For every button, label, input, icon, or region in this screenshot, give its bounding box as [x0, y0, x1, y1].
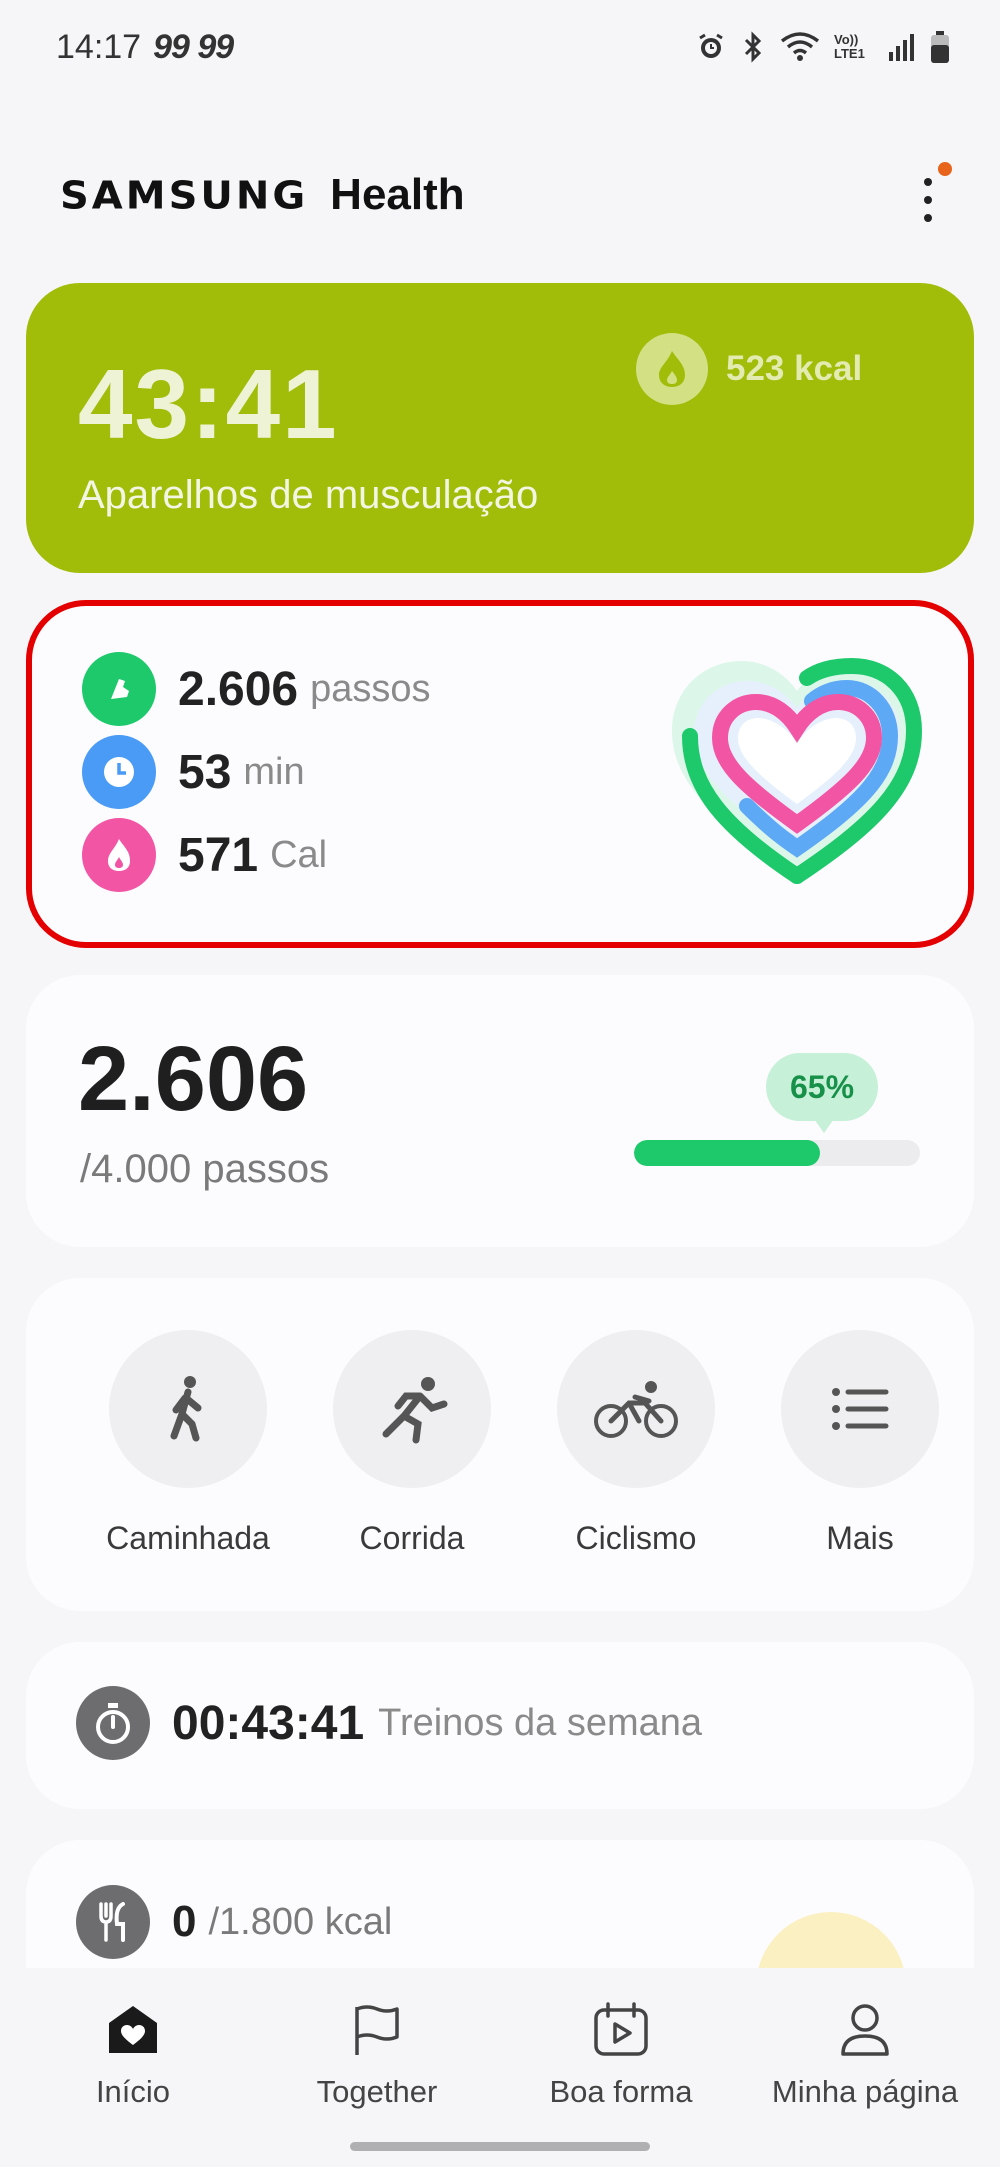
status-extra: 99 99 [153, 28, 234, 66]
activity-label: Ciclismo [575, 1520, 697, 1556]
nav-my-page[interactable]: Minha página [740, 1998, 990, 2110]
activity-label: Mais [826, 1520, 894, 1556]
activity-heart-graphic [672, 657, 923, 884]
calories-unit: Cal [270, 833, 328, 876]
list-icon [781, 1330, 939, 1488]
workout-kcal-badge: 523 kcal [636, 333, 862, 405]
steps-unit: passos [310, 667, 431, 710]
nav-together[interactable]: Together [252, 1998, 502, 2110]
daily-activity-card[interactable]: 2.606 passos 53 min 571 Cal [26, 600, 974, 948]
alarm-icon [699, 33, 723, 58]
notification-dot [938, 162, 952, 176]
fork-knife-icon [76, 1885, 150, 1959]
workout-name: Aparelhos de musculação [78, 473, 539, 517]
running-icon [333, 1330, 491, 1488]
food-target: /1.800 kcal [208, 1900, 393, 1943]
weekly-workouts-label: Treinos da semana [378, 1701, 703, 1744]
steps-percent-badge: 65% [766, 1053, 878, 1133]
calendar-play-icon [496, 1998, 746, 2062]
product-name: Health [330, 170, 465, 219]
workout-duration: 43:41 [78, 349, 339, 459]
quick-workouts-card: Caminhada Corrida Ciclismo Mais [26, 1278, 974, 1611]
last-workout-card[interactable]: 43:41 Aparelhos de musculação 523 kcal [26, 283, 974, 573]
shoe-icon [82, 652, 156, 726]
activity-cycling[interactable]: Ciclismo [524, 1330, 748, 1557]
steps-value: 2.606 [178, 662, 299, 716]
clock-time: 14:17 [56, 28, 142, 66]
activity-label: Corrida [359, 1520, 465, 1556]
calories-value: 571 [178, 828, 259, 882]
clock-icon [82, 735, 156, 809]
flame-icon [82, 818, 156, 892]
status-icons: Vo)) LTE1 [696, 30, 950, 64]
food-row: 0 /1.800 kcal [76, 1885, 392, 1959]
flame-icon [636, 333, 708, 405]
weekly-workouts-row: 00:43:41 Treinos da semana [76, 1686, 702, 1760]
active-time-metric: 53 min [82, 735, 305, 809]
workout-kcal: 523 kcal [726, 349, 863, 388]
nav-label: Minha página [771, 2074, 959, 2109]
nav-label: Boa forma [549, 2074, 693, 2109]
wifi-icon [780, 32, 820, 61]
bottom-navigation: Início Together Boa forma Minha página [0, 1968, 1000, 2167]
flag-icon [252, 1998, 502, 2062]
activity-label: Caminhada [106, 1520, 270, 1556]
battery-icon [931, 31, 949, 63]
weekly-workouts-value: 00:43:41 [172, 1696, 365, 1750]
weekly-workouts-card[interactable]: 00:43:41 Treinos da semana [26, 1642, 974, 1809]
steps-target: /4.000 passos [80, 1147, 330, 1191]
status-bar: 14:17 99 99 Vo)) LTE1 [0, 0, 1000, 96]
gesture-handle[interactable] [350, 2142, 650, 2151]
person-icon [740, 1998, 990, 2062]
activity-more[interactable]: Mais [748, 1330, 972, 1557]
active-time-unit: min [243, 750, 305, 793]
active-time-value: 53 [178, 745, 232, 799]
status-time: 14:17 99 99 [56, 28, 234, 67]
activity-running[interactable]: Corrida [300, 1330, 524, 1557]
app-title: SAMSUNG Health [60, 170, 465, 220]
nav-fitness[interactable]: Boa forma [496, 1998, 746, 2110]
bluetooth-icon [744, 31, 762, 63]
app-header: SAMSUNG Health [60, 160, 960, 240]
steps-metric: 2.606 passos [82, 652, 431, 726]
volte-icon: Vo)) LTE1 [834, 32, 865, 61]
walking-icon [109, 1330, 267, 1488]
steps-progress-bar [634, 1140, 920, 1166]
activity-walking[interactable]: Caminhada [76, 1330, 300, 1557]
stopwatch-icon [76, 1686, 150, 1760]
home-heart-icon [8, 1998, 258, 2062]
brand-name: SAMSUNG [60, 174, 309, 218]
steps-progress-fill [634, 1140, 820, 1166]
food-value: 0 [172, 1897, 197, 1946]
more-options-button[interactable] [900, 160, 960, 240]
nav-label: Início [95, 2074, 171, 2109]
signal-icon [889, 34, 914, 61]
steps-count: 2.606 [78, 1028, 309, 1130]
steps-card[interactable]: 2.606 /4.000 passos 65% [26, 975, 974, 1247]
nav-home[interactable]: Início [8, 1998, 258, 2110]
calories-metric: 571 Cal [82, 818, 327, 892]
cycling-icon [557, 1330, 715, 1488]
nav-label: Together [316, 2074, 438, 2109]
